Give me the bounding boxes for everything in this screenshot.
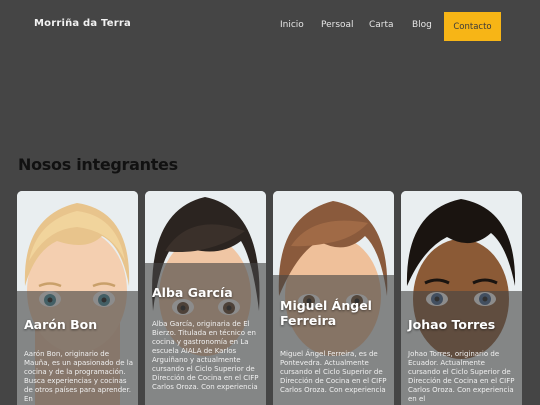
nav-link-carta[interactable]: Carta xyxy=(369,20,394,30)
member-bio: Miguel Ángel Ferreira, es de Pontevedra.… xyxy=(280,350,387,394)
nav-link-persoal[interactable]: Persoal xyxy=(321,20,354,30)
member-bio: Alba García, originaria de El Bierzo. Ti… xyxy=(152,320,259,391)
contact-button[interactable]: Contacto xyxy=(444,12,501,41)
member-card-miguel[interactable]: Miguel Ángel Ferreira Miguel Ángel Ferre… xyxy=(273,191,394,405)
brand-logo[interactable]: Morriña da Terra xyxy=(34,18,131,29)
member-bio: Aarón Bon, originario de Mauña, es un ap… xyxy=(24,350,134,403)
member-name: Johao Torres xyxy=(408,317,496,332)
navbar: Morriña da Terra Inicio Persoal Carta Bl… xyxy=(0,0,540,52)
member-name: Alba García xyxy=(152,285,233,300)
member-name: Miguel Ángel Ferreira xyxy=(280,298,372,328)
member-bio: Johao Torres, originario de Ecuador. Act… xyxy=(408,350,515,403)
section-title: Nosos integrantes xyxy=(18,155,178,174)
nav-link-inicio[interactable]: Inicio xyxy=(280,20,304,30)
member-card-johao[interactable]: Johao Torres Johao Torres, originario de… xyxy=(401,191,522,405)
member-card-aaron[interactable]: Aarón Bon Aarón Bon, originario de Mauña… xyxy=(17,191,138,405)
member-name: Aarón Bon xyxy=(24,317,98,332)
nav-link-blog[interactable]: Blog xyxy=(412,20,432,30)
member-card-alba[interactable]: Alba García Alba García, originaria de E… xyxy=(145,191,266,405)
